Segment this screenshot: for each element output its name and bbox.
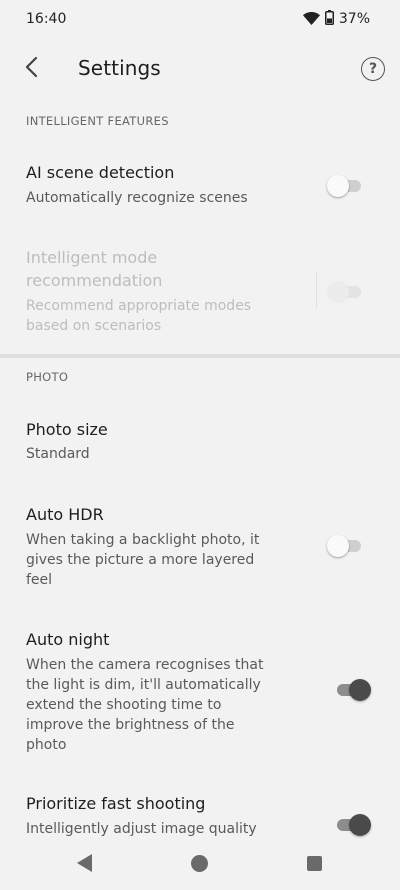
toggle-thumb (327, 535, 349, 557)
auto-night-toggle[interactable] (335, 679, 371, 701)
auto-hdr-toggle[interactable] (327, 535, 363, 557)
setting-description-line5: photo (26, 737, 67, 753)
status-time: 16:40 (26, 11, 67, 27)
setting-title: AI scene detection (26, 163, 175, 182)
prioritize-fast-shooting-toggle[interactable] (335, 814, 371, 836)
setting-title: Prioritize fast shooting (26, 794, 206, 813)
setting-title: Photo size (26, 420, 108, 439)
setting-ai-scene-detection[interactable]: AI scene detection Automatically recogni… (0, 140, 400, 226)
chevron-left-icon (24, 56, 38, 82)
battery-percentage: 37% (338, 11, 370, 27)
app-header: Settings ? (0, 44, 400, 94)
setting-description-line1: When the camera recognises that (26, 657, 264, 673)
wifi-icon (302, 10, 320, 29)
setting-description: Intelligently adjust image quality (26, 821, 257, 837)
toggle-thumb (349, 814, 371, 836)
help-circle-icon: ? (368, 61, 378, 77)
divider (316, 272, 317, 308)
toggle-thumb (349, 679, 371, 701)
setting-prioritize-fast-shooting[interactable]: Prioritize fast shooting Intelligently a… (0, 782, 400, 842)
setting-description-line2: the light is dim, it'll automatically (26, 677, 261, 693)
setting-auto-hdr[interactable]: Auto HDR When taking a backlight photo, … (0, 494, 400, 594)
nav-home-icon[interactable] (191, 855, 208, 872)
setting-title-line1: Intelligent mode (26, 248, 158, 267)
toggle-thumb (327, 281, 349, 303)
toggle-thumb (327, 175, 349, 197)
section-divider (0, 354, 400, 358)
setting-value: Standard (26, 446, 90, 462)
help-button[interactable]: ? (361, 57, 385, 81)
section-header-intelligent-features: INTELLIGENT FEATURES (26, 114, 169, 128)
intelligent-mode-toggle (327, 281, 363, 303)
status-bar: 16:40 37% (0, 0, 400, 38)
setting-title: Auto HDR (26, 505, 104, 524)
system-navigation-bar (0, 840, 400, 890)
section-header-photo: PHOTO (26, 370, 69, 384)
setting-description-line3: extend the shooting time to (26, 697, 222, 713)
page-title: Settings (78, 56, 161, 80)
setting-photo-size[interactable]: Photo size Standard (0, 408, 400, 478)
status-icons: 37% (302, 9, 370, 29)
setting-description: Automatically recognize scenes (26, 190, 248, 206)
setting-description-line4: improve the brightness of the (26, 717, 235, 733)
back-button[interactable] (16, 54, 46, 84)
setting-description-line1: When taking a backlight photo, it (26, 532, 260, 548)
setting-auto-night[interactable]: Auto night When the camera recognises th… (0, 618, 400, 758)
setting-description-line2: based on scenarios (26, 318, 162, 334)
ai-scene-detection-toggle[interactable] (327, 175, 363, 197)
setting-title-line2: recommendation (26, 271, 163, 290)
setting-description-line2: gives the picture a more layered (26, 552, 255, 568)
nav-back-icon[interactable] (76, 853, 93, 877)
battery-icon (324, 9, 334, 29)
setting-description-line1: Recommend appropriate modes (26, 298, 252, 314)
nav-recents-icon[interactable] (307, 856, 322, 871)
setting-title: Auto night (26, 630, 110, 649)
setting-description-line3: feel (26, 572, 53, 588)
